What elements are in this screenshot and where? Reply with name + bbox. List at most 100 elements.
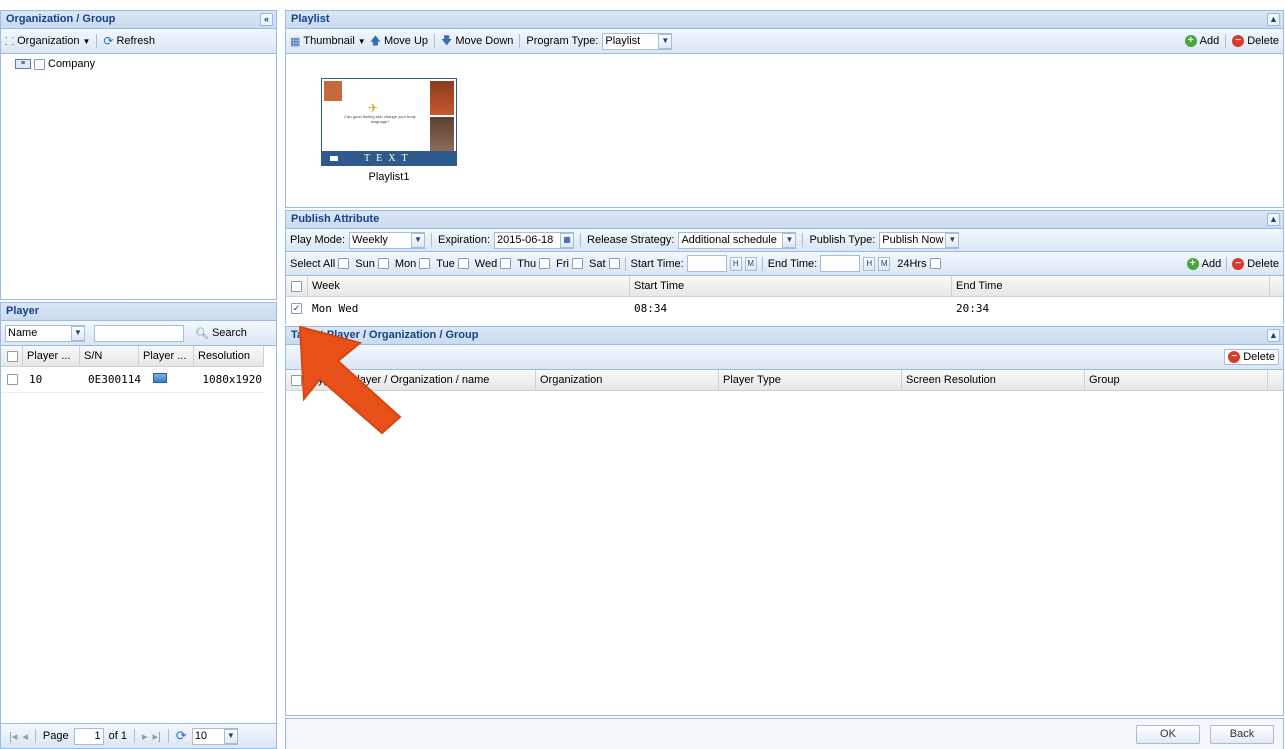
page-size-select[interactable]: 10 ▼ xyxy=(191,727,238,745)
minute-icon[interactable]: M xyxy=(744,256,757,271)
next-page-icon[interactable]: ▸ xyxy=(142,730,148,743)
playlist-delete-button[interactable]: − Delete xyxy=(1232,35,1279,47)
company-label: Company xyxy=(48,58,96,70)
program-type-label: Program Type: xyxy=(526,35,599,47)
tree-node-company[interactable]: ≡ Company xyxy=(1,54,276,70)
release-strategy-select[interactable]: Additional schedule ▼ xyxy=(678,231,797,249)
program-type-select[interactable]: Playlist ▼ xyxy=(602,32,673,50)
hour-icon[interactable]: H xyxy=(729,256,742,271)
play-mode-label: Play Mode: xyxy=(290,234,346,246)
search-field-select[interactable]: Name ▼ xyxy=(5,324,85,342)
publish-type-select[interactable]: Publish Now ▼ xyxy=(879,231,960,249)
schedule-grid-header: Week Start Time End Time xyxy=(286,276,1283,297)
search-button[interactable]: 🔍︎ Search xyxy=(195,327,247,340)
table-row[interactable]: 10 0E300114 1080x1920 xyxy=(1,367,264,393)
chevron-down-icon[interactable]: ▼ xyxy=(71,325,85,341)
refresh-icon[interactable]: ⟳ xyxy=(176,728,187,744)
col-player-name[interactable]: Player ... xyxy=(23,346,80,366)
add-icon: + xyxy=(1186,257,1199,270)
first-page-icon[interactable]: |◂ xyxy=(9,730,17,743)
day-fri-checkbox[interactable] xyxy=(572,258,583,269)
refresh-button[interactable]: ⟳ Refresh xyxy=(103,34,155,48)
expiration-label: Expiration: xyxy=(438,234,491,246)
24hrs-checkbox[interactable] xyxy=(929,258,941,269)
chevron-down-icon[interactable]: ▼ xyxy=(782,232,796,248)
chevron-down-icon[interactable]: ▼ xyxy=(223,728,238,744)
company-tree-icon: ≡ xyxy=(15,59,31,69)
day-thu-checkbox[interactable] xyxy=(539,258,551,269)
thumbnail-photo-1 xyxy=(324,81,342,101)
page-input[interactable]: 1 xyxy=(73,727,104,745)
publish-toolbar-1: Play Mode: Weekly ▼ Expiration: 2015-06-… xyxy=(286,229,1283,252)
release-strategy-label: Release Strategy: xyxy=(587,234,675,246)
org-panel-title: Organization / Group xyxy=(6,13,116,25)
select-all-days-checkbox[interactable] xyxy=(338,258,350,269)
ok-button[interactable]: OK xyxy=(1136,725,1200,744)
end-time-label: End Time: xyxy=(767,257,818,270)
last-page-icon[interactable]: ▸| xyxy=(153,730,161,743)
player-search-bar: Name ▼ 🔍︎ Search xyxy=(1,321,276,346)
playlist-item[interactable]: ✈ Can good feeling skin change your body… xyxy=(321,78,457,188)
player-panel-title: Player xyxy=(6,305,40,317)
col-sn[interactable]: S/N xyxy=(80,346,139,366)
player-grid-header: Player ... S/N Player ... Resolution xyxy=(1,346,264,367)
organization-menu-button[interactable]: ⸬ Organization ▼ xyxy=(5,34,90,49)
collapse-left-icon[interactable]: « xyxy=(260,13,273,26)
playlist-header: Playlist ▲ xyxy=(286,11,1283,29)
org-tree-icon: ⸬ xyxy=(5,35,15,48)
chevron-down-icon[interactable]: ▼ xyxy=(945,232,959,248)
publish-type-label: Publish Type: xyxy=(809,234,876,246)
thumbnail-caption: Can good feeling skin change your body l… xyxy=(344,114,416,124)
start-time-input[interactable] xyxy=(686,255,727,272)
target-delete-button[interactable]: − Delete xyxy=(1224,349,1279,365)
search-input[interactable] xyxy=(94,324,184,342)
collapse-target-icon[interactable]: ▲ xyxy=(1267,329,1280,342)
col-group[interactable]: Group xyxy=(1085,370,1268,390)
col-player-type[interactable]: Player ... xyxy=(139,346,194,366)
col-player-type[interactable]: Player Type xyxy=(719,370,902,390)
calendar-icon[interactable]: ▦ xyxy=(560,232,575,248)
col-resolution[interactable]: Resolution xyxy=(194,346,264,366)
col-week[interactable]: Week xyxy=(308,276,630,296)
chevron-down-icon[interactable]: ▼ xyxy=(658,33,673,49)
thumbnail-button[interactable]: ▦ Thumbnail ▼ xyxy=(290,35,366,48)
prev-page-icon[interactable]: ◂ xyxy=(22,730,28,743)
minute-icon[interactable]: M xyxy=(878,256,891,271)
playlist-add-button[interactable]: + Add xyxy=(1184,35,1219,47)
target-toolbar: − Delete xyxy=(286,345,1283,370)
page-count: of 1 xyxy=(108,730,127,742)
collapse-playlist-icon[interactable]: ▲ xyxy=(1267,13,1280,26)
player-name-cell: 10 xyxy=(29,373,43,386)
back-button[interactable]: Back xyxy=(1210,725,1274,744)
schedule-add-button[interactable]: + Add xyxy=(1186,257,1221,270)
collapse-publish-icon[interactable]: ▲ xyxy=(1267,213,1280,226)
day-sun-checkbox[interactable] xyxy=(377,258,389,269)
col-organization[interactable]: Organization xyxy=(536,370,719,390)
day-sat-checkbox[interactable] xyxy=(608,258,620,269)
play-mode-select[interactable]: Weekly ▼ xyxy=(349,231,426,249)
move-up-button[interactable]: 🡅 Move Up xyxy=(370,32,428,51)
chevron-down-icon[interactable]: ▼ xyxy=(411,232,426,248)
end-time-input[interactable] xyxy=(820,255,861,272)
col-end-time[interactable]: End Time xyxy=(952,276,1270,296)
row-checkbox[interactable] xyxy=(7,374,18,386)
day-wed-checkbox[interactable] xyxy=(500,258,512,269)
thumbnail-photo-2 xyxy=(430,81,454,115)
hour-icon[interactable]: H xyxy=(863,256,876,271)
day-mon-checkbox[interactable] xyxy=(419,258,431,269)
table-row[interactable]: Mon Wed 08:34 20:34 xyxy=(286,297,1283,319)
target-panel: Target Player / Organization / Group ▲ −… xyxy=(285,326,1284,716)
select-all-players-checkbox[interactable] xyxy=(7,350,18,362)
expiration-date-input[interactable]: 2015-06-18 ▦ xyxy=(494,231,575,249)
col-start-time[interactable]: Start Time xyxy=(630,276,952,296)
schedule-delete-button[interactable]: − Delete xyxy=(1232,257,1279,270)
col-screen-resolution[interactable]: Screen Resolution xyxy=(902,370,1085,390)
monitor-icon xyxy=(153,373,167,383)
24hrs-label: 24Hrs xyxy=(897,257,927,270)
day-tue-checkbox[interactable] xyxy=(457,258,469,269)
move-down-button[interactable]: 🡇 Move Down xyxy=(441,32,513,51)
company-checkbox[interactable] xyxy=(34,58,45,70)
pager: |◂ ◂ Page 1 of 1 ▸ ▸| ⟳ 10 ▼ xyxy=(0,723,277,749)
row-checkbox[interactable] xyxy=(291,302,302,314)
select-all-schedule-checkbox[interactable] xyxy=(291,280,302,292)
